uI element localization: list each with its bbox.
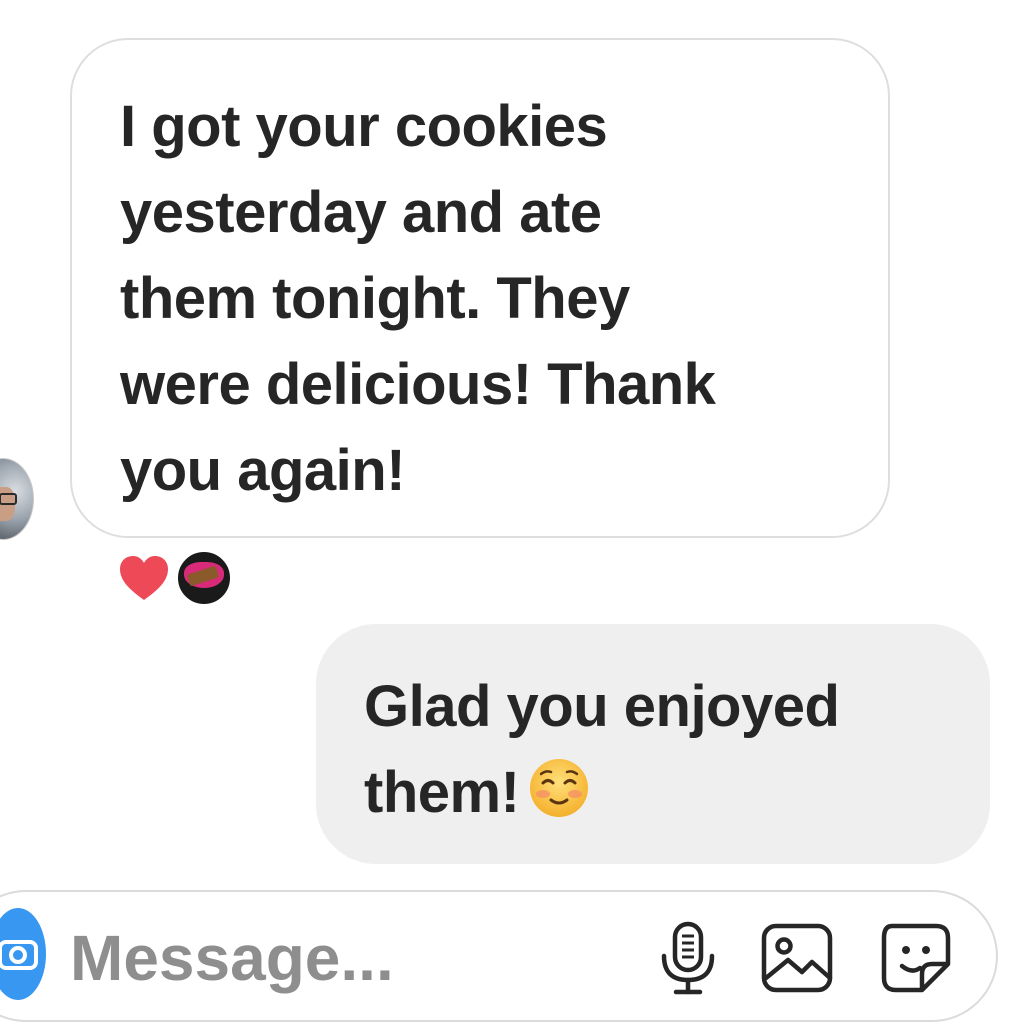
sender-avatar[interactable] (0, 458, 34, 540)
avatar-glasses (0, 493, 17, 505)
sent-message-bubble[interactable]: Glad you enjoyed them! (316, 624, 990, 864)
gallery-icon[interactable] (758, 918, 838, 998)
received-message-bubble[interactable]: I got your cookies yesterday and ate the… (70, 38, 890, 538)
heart-reaction-icon (120, 556, 168, 600)
chat-screen: I got your cookies yesterday and ate the… (0, 0, 1025, 1025)
sticker-icon[interactable] (876, 918, 956, 998)
received-message-text: I got your cookies yesterday and ate the… (120, 94, 716, 503)
sent-message-text: Glad you enjoyed them! (364, 674, 840, 825)
message-input[interactable] (70, 918, 590, 998)
sent-message-content: Glad you enjoyed them! (364, 664, 944, 836)
camera-icon (0, 940, 38, 970)
microphone-icon[interactable] (648, 918, 728, 998)
message-reactions[interactable] (116, 550, 232, 606)
reactor-avatar (176, 550, 232, 606)
smiling-face-icon (530, 759, 589, 817)
